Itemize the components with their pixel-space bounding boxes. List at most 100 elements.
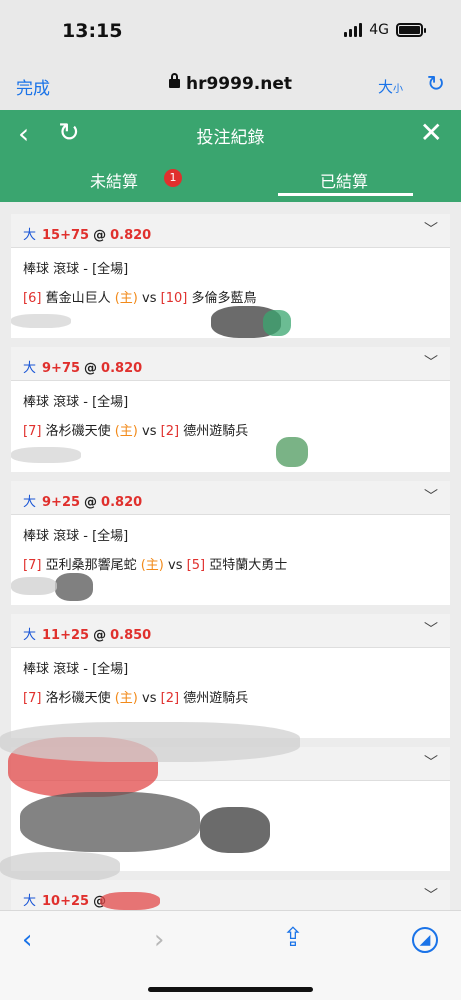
- bet-card[interactable]: 大 9+25 @0.820 ﹀ 棒球 滾球 - [全場] [7] 亞利桑那響尾蛇 (…: [11, 481, 450, 605]
- chevron-down-icon[interactable]: ﹀: [424, 219, 438, 239]
- redaction-scribble: [11, 447, 81, 463]
- bet-line: 10+25: [42, 894, 90, 909]
- bet-card-body: 棒球 滾球 - [全場] [7] 亞利桑那響尾蛇 (主) vs [5] 亞特蘭大…: [11, 515, 450, 573]
- chevron-down-icon[interactable]: ﹀: [424, 352, 438, 372]
- bet-card-header[interactable]: 大 11+25 @0.850 ﹀: [11, 614, 450, 648]
- vs-label: vs: [168, 558, 183, 573]
- chevron-down-icon[interactable]: ﹀: [424, 752, 438, 772]
- home-tag: (主): [140, 558, 164, 573]
- bet-list[interactable]: 大 15+75 @0.820 ﹀ 棒球 滾球 - [全場] [6] 舊金山巨人 (主…: [0, 202, 461, 910]
- bet-odds: 0.850: [110, 628, 152, 643]
- bet-card-body: 棒球 滾球 - [全場] [7] 洛杉磯天使 (主) vs [2] 德州遊騎兵: [11, 381, 450, 439]
- match-line: [7] 洛杉磯天使 (主) vs [2] 德州遊騎兵: [23, 420, 450, 439]
- over-under-label: 大: [23, 495, 37, 510]
- battery-icon: [396, 23, 426, 37]
- home-team: 洛杉磯天使: [45, 424, 111, 439]
- tab-unsettled[interactable]: 未結算: [90, 168, 138, 192]
- chevron-down-icon[interactable]: ﹀: [424, 885, 438, 905]
- lock-icon: [168, 73, 180, 88]
- bet-card-body: 棒球 滾球 - [全場] [6] 舊金山巨人 (主) vs [10] 多倫多藍鳥: [11, 248, 450, 306]
- over-under-label: 大: [23, 228, 37, 243]
- sport-label: 棒球 滾球 - [全場]: [23, 395, 129, 410]
- browser-bar: 完成 hr9999.net 大小 ↻: [0, 62, 461, 110]
- home-rank: [7]: [23, 424, 42, 439]
- redaction-scribble: [100, 892, 160, 910]
- at-sign: @: [93, 628, 107, 643]
- home-tag: (主): [114, 691, 138, 706]
- bet-odds: 0.820: [110, 228, 152, 243]
- bet-line: 9+75: [42, 361, 81, 376]
- away-team: 亞特蘭大勇士: [209, 558, 288, 573]
- at-sign: @: [84, 361, 98, 376]
- match-line: [6] 舊金山巨人 (主) vs [10] 多倫多藍鳥: [23, 287, 450, 306]
- away-rank: [2]: [160, 691, 180, 706]
- redaction-scribble: [0, 852, 120, 882]
- bet-line: 15+75: [42, 228, 90, 243]
- away-team: 德州遊騎兵: [183, 691, 249, 706]
- away-team: 多倫多藍鳥: [191, 291, 257, 306]
- share-icon[interactable]: ⇪: [282, 923, 304, 953]
- chevron-down-icon[interactable]: ﹀: [424, 486, 438, 506]
- at-sign: @: [84, 495, 98, 510]
- url-text: hr9999.net: [185, 74, 293, 94]
- home-team: 舊金山巨人: [45, 291, 111, 306]
- bet-card-body: 棒球 滾球 - [全場] [7] 洛杉磯天使 (主) vs [2] 德州遊騎兵: [11, 648, 450, 706]
- vs-label: vs: [142, 424, 157, 439]
- bet-card-header[interactable]: 大 9+25 @0.820 ﹀: [11, 481, 450, 515]
- text-size-button[interactable]: 大小: [378, 76, 403, 97]
- browser-toolbar: ‹ › ⇪ ◢: [0, 910, 461, 1000]
- over-under-label: 大: [23, 361, 37, 376]
- back-nav-icon[interactable]: ‹: [22, 925, 32, 955]
- bet-odds: 0.820: [101, 495, 143, 510]
- active-tab-indicator: [278, 193, 413, 196]
- forward-nav-icon[interactable]: ›: [154, 925, 164, 955]
- vs-label: vs: [142, 291, 157, 306]
- reload-icon[interactable]: ↻: [427, 72, 445, 97]
- sport-label: 棒球 滾球 - [全場]: [23, 662, 129, 677]
- network-type: 4G: [369, 22, 389, 38]
- close-icon[interactable]: ✕: [420, 116, 443, 149]
- tab-settled[interactable]: 已結算: [320, 168, 368, 192]
- away-team: 德州遊騎兵: [183, 424, 249, 439]
- bet-card[interactable]: 大 15+75 @0.820 ﹀ 棒球 滾球 - [全場] [6] 舊金山巨人 (主…: [11, 214, 450, 338]
- sport-label: 棒球 滾球 - [全場]: [23, 262, 129, 277]
- compass-icon[interactable]: ◢: [412, 927, 438, 953]
- redaction-scribble: [200, 807, 270, 853]
- match-line: [7] 洛杉磯天使 (主) vs [2] 德州遊騎兵: [23, 687, 450, 706]
- vs-label: vs: [142, 691, 157, 706]
- at-sign: @: [93, 228, 107, 243]
- page-title: 投注紀錄: [196, 128, 265, 148]
- redaction-scribble: [20, 792, 200, 852]
- page-header: ‹ ↻ 投注紀錄 ✕: [0, 110, 461, 158]
- sport-label: 棒球 滾球 - [全場]: [23, 529, 129, 544]
- signal-icon: [344, 23, 363, 37]
- home-team: 亞利桑那響尾蛇: [45, 558, 137, 573]
- tab-bar: 未結算 1 已結算: [0, 158, 461, 202]
- status-indicators: 4G: [344, 22, 426, 38]
- home-rank: [7]: [23, 558, 42, 573]
- home-tag: (主): [114, 424, 138, 439]
- home-indicator: [148, 987, 313, 992]
- home-team: 洛杉磯天使: [45, 691, 111, 706]
- bet-card-header[interactable]: 大 9+75 @0.820 ﹀: [11, 347, 450, 381]
- bet-card[interactable]: 大 11+25 @0.850 ﹀ 棒球 滾球 - [全場] [7] 洛杉磯天使 (主…: [11, 614, 450, 738]
- bet-card[interactable]: 大10+25@ ﹀: [11, 880, 450, 910]
- unsettled-count-badge: 1: [164, 169, 182, 187]
- bet-card[interactable]: 大 9+75 @0.820 ﹀ 棒球 滾球 - [全場] [7] 洛杉磯天使 (主)…: [11, 347, 450, 472]
- chevron-down-icon[interactable]: ﹀: [424, 619, 438, 639]
- redaction-scribble: [263, 310, 291, 336]
- away-rank: [5]: [186, 558, 206, 573]
- redaction-scribble: [55, 573, 93, 601]
- home-rank: [7]: [23, 691, 42, 706]
- redaction-scribble: [0, 722, 300, 762]
- home-rank: [6]: [23, 291, 42, 306]
- redaction-scribble: [11, 577, 57, 595]
- home-tag: (主): [114, 291, 138, 306]
- bet-line: 11+25: [42, 628, 90, 643]
- away-rank: [2]: [160, 424, 180, 439]
- over-under-label: 大: [23, 894, 37, 909]
- bet-card-header[interactable]: 大 15+75 @0.820 ﹀: [11, 214, 450, 248]
- status-bar: 13:15 4G: [0, 0, 461, 62]
- bet-line: 9+25: [42, 495, 81, 510]
- bet-card-header[interactable]: 大10+25@ ﹀: [11, 880, 450, 910]
